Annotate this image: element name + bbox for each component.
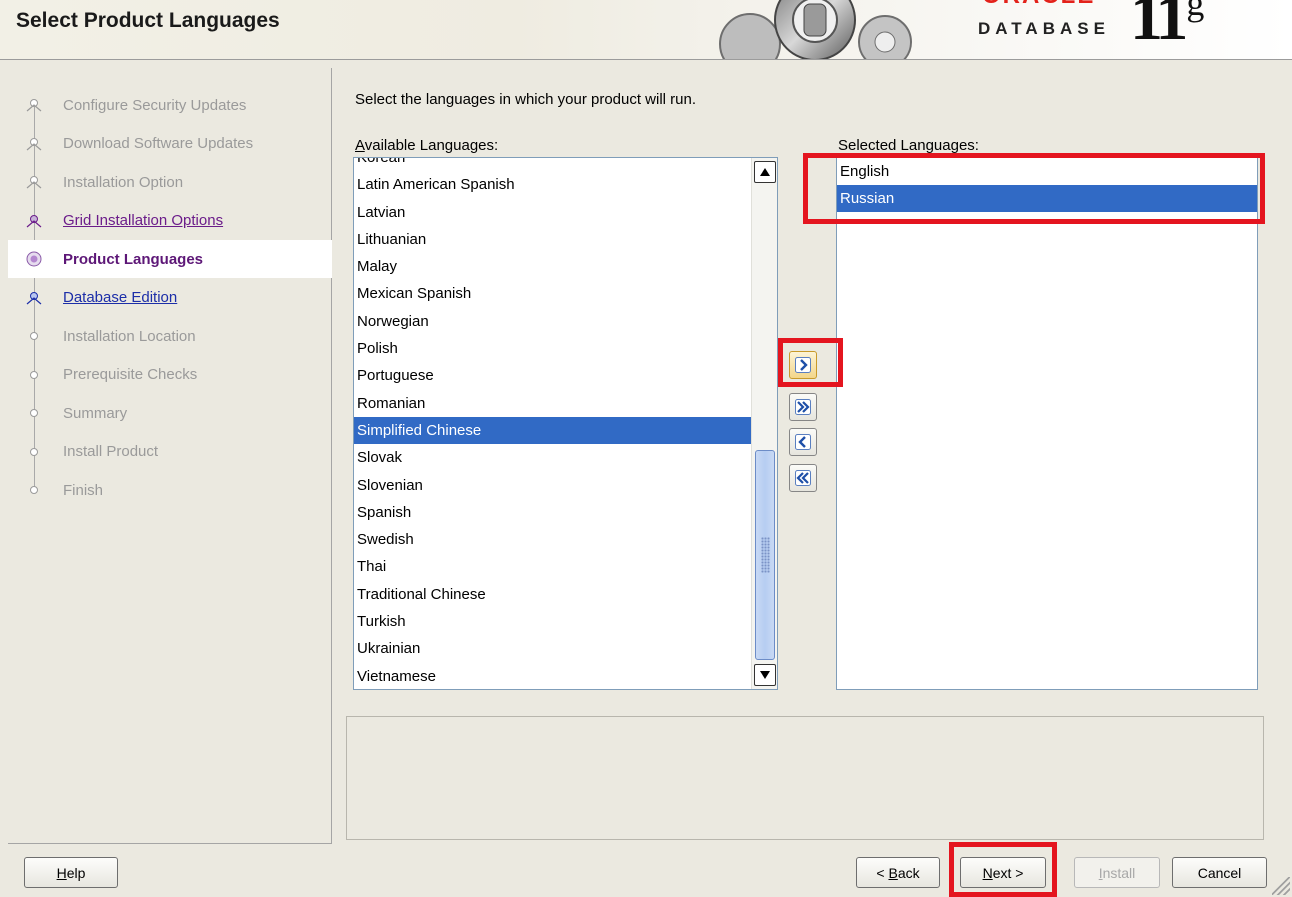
selected-languages-list[interactable]: English Russian (836, 157, 1258, 690)
step-marker-icon (26, 136, 42, 152)
scroll-down-button[interactable] (754, 664, 776, 686)
available-languages-list[interactable]: Korean Latin American Spanish Latvian Lithu… (353, 157, 778, 690)
scrollbar-grip (761, 537, 770, 573)
step-label: Download Software Updates (63, 135, 254, 152)
step-summary: Summary (8, 394, 332, 432)
step-label: Configure Security Updates (63, 96, 247, 114)
step-label: Installation Option (63, 173, 184, 191)
step-label: Prerequisite Checks (63, 366, 198, 383)
step-marker-icon (26, 174, 42, 190)
steps-panel: Configure Security Updates Download Softw… (8, 68, 332, 844)
double-chevron-right-icon (795, 399, 811, 415)
step-label[interactable]: Database Edition (63, 289, 177, 306)
step-installation-option: Installation Option (8, 163, 332, 201)
double-chevron-left-icon (795, 470, 811, 486)
cancel-button[interactable]: Cancel (1172, 857, 1267, 888)
oracle-logo: ORACLE DATABASE 11g (970, 0, 1270, 59)
message-area (346, 716, 1264, 840)
available-language-item[interactable]: Thai (354, 553, 751, 580)
step-installation-location: Installation Location (8, 317, 332, 355)
step-marker-icon (26, 97, 42, 113)
instruction-text: Select the languages in which your produ… (355, 91, 697, 108)
available-language-item[interactable]: Vietnamese (354, 663, 751, 689)
step-label: Product Languages (63, 250, 204, 268)
available-language-item[interactable]: Lithuanian (354, 226, 751, 253)
available-language-item[interactable]: Korean (354, 158, 751, 171)
selected-language-item[interactable]: English (837, 158, 1257, 185)
chevron-left-icon (795, 434, 811, 450)
step-marker-icon (26, 213, 42, 229)
available-language-item[interactable]: Turkish (354, 608, 751, 635)
oracle-version: 11g (1130, 0, 1205, 54)
step-label: Installation Location (63, 327, 196, 345)
step-marker-icon (26, 482, 42, 498)
available-language-item[interactable]: Slovenian (354, 472, 751, 499)
step-label: Install Product (63, 443, 159, 460)
step-label[interactable]: Grid Installation Options (63, 212, 223, 229)
step-finish: Finish (8, 471, 332, 509)
selected-languages-items: English Russian (837, 158, 1257, 212)
wizard-header: Select Product Languages ORACLE DATABASE… (0, 0, 1292, 60)
gears-icon (719, 0, 912, 59)
add-selected-button[interactable] (789, 351, 817, 379)
step-label: Finish (63, 481, 104, 499)
step-install-product: Install Product (8, 433, 332, 471)
chevron-right-icon (795, 357, 811, 373)
install-button[interactable]: Install (1074, 857, 1160, 888)
step-marker-icon (26, 290, 42, 306)
resize-grip[interactable] (1272, 877, 1290, 895)
step-download-software-updates: Download Software Updates (8, 125, 332, 163)
available-language-item[interactable]: Polish (354, 335, 751, 362)
available-language-item[interactable]: Ukrainian (354, 635, 751, 662)
step-marker-icon (26, 328, 42, 344)
step-prerequisite-checks: Prerequisite Checks (8, 356, 332, 394)
scroll-up-button[interactable] (754, 161, 776, 183)
arrow-down-icon (760, 671, 770, 679)
available-language-item[interactable]: Norwegian (354, 308, 751, 335)
selected-language-item[interactable]: Russian (837, 185, 1257, 212)
next-button[interactable]: Next > (960, 857, 1046, 888)
available-language-item[interactable]: Mexican Spanish (354, 280, 751, 307)
add-all-button[interactable] (789, 393, 817, 421)
step-label: Summary (63, 404, 128, 422)
help-button[interactable]: Help (24, 857, 118, 888)
available-languages-label: Available Languages: (355, 137, 499, 154)
page-title: Select Product Languages (16, 9, 280, 32)
remove-selected-button[interactable] (789, 428, 817, 456)
step-configure-security-updates: Configure Security Updates (8, 86, 332, 124)
available-language-item[interactable]: Spanish (354, 499, 751, 526)
remove-all-button[interactable] (789, 464, 817, 492)
oracle-brand-text: ORACLE (982, 0, 1132, 12)
scrollbar-thumb[interactable] (755, 450, 775, 660)
available-languages-items: Korean Latin American Spanish Latvian Lithu… (354, 158, 751, 689)
available-language-item[interactable]: Romanian (354, 390, 751, 417)
step-database-edition[interactable]: Database Edition (8, 279, 332, 317)
step-product-languages: Product Languages (8, 240, 332, 278)
back-button[interactable]: < Back (856, 857, 940, 888)
step-marker-icon (26, 367, 42, 383)
available-language-item[interactable]: Portuguese (354, 362, 751, 389)
available-language-item[interactable]: Simplified Chinese (354, 416, 751, 445)
step-marker-icon (26, 444, 42, 460)
arrow-up-icon (760, 168, 770, 176)
step-marker-icon (26, 405, 42, 421)
available-language-item[interactable]: Malay (354, 253, 751, 280)
available-language-item[interactable]: Latin American Spanish (354, 171, 751, 198)
available-language-item[interactable]: Swedish (354, 526, 751, 553)
available-language-item[interactable]: Slovak (354, 444, 751, 471)
step-marker-icon (26, 251, 42, 267)
available-language-item[interactable]: Traditional Chinese (354, 581, 751, 608)
available-language-item[interactable]: Latvian (354, 199, 751, 226)
available-list-scrollbar[interactable] (751, 158, 777, 689)
selected-languages-label: Selected Languages: (838, 137, 979, 154)
oracle-product-text: DATABASE (978, 19, 1110, 38)
step-grid-installation-options[interactable]: Grid Installation Options (8, 202, 332, 240)
